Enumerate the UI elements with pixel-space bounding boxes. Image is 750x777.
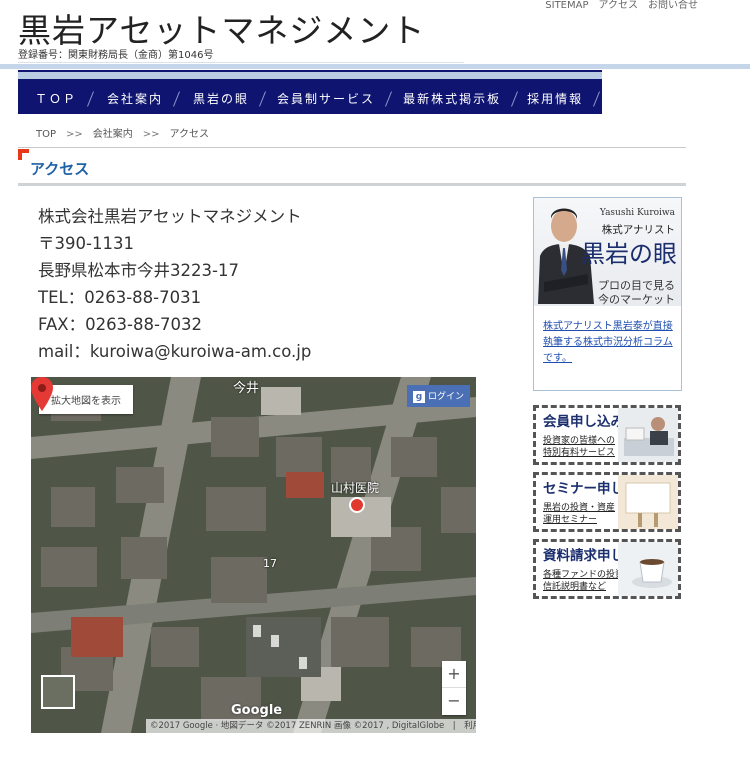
breadcrumb-separator: >> [66, 129, 83, 140]
address-location: 長野県松本市今井3223-17 [38, 261, 239, 280]
nav-item-membership[interactable]: 会員制サービス [277, 86, 393, 112]
breadcrumb-company[interactable]: 会社案内 [93, 129, 133, 140]
satellite-imagery [31, 377, 476, 733]
seminar-signup-banner[interactable]: セミナー申し込み 黒岩の投資・資産 運用セミナー [533, 472, 681, 532]
breadcrumb: TOP >> 会社案内 >> アクセス [36, 125, 209, 140]
nav-separator [511, 91, 519, 107]
meeting-photo-icon [618, 408, 678, 462]
sitemap-link[interactable]: SITEMAP [545, 0, 588, 11]
analyst-name-en: Yasushi Kuroiwa [599, 208, 675, 218]
nav-items: ＴＯＰ 会社案内 黒岩の眼 会員制サービス 最新株式掲示板 採用情報 [18, 86, 602, 112]
analyst-banner[interactable]: Yasushi Kuroiwa 株式アナリスト 黒岩の眼 プロの目で見る 今のマ… [534, 198, 681, 306]
address-block: 株式会社黒岩アセットマネジメント 〒390-1131 長野県松本市今井3223-… [38, 203, 311, 365]
embedded-map[interactable]: 今井 拡大地図を表示 g ログイン 山村医院 17 + − Google ©201… [31, 377, 476, 733]
nav-item-top[interactable]: ＴＯＰ [35, 86, 94, 112]
map-area-label: 今井 [233, 381, 260, 396]
registration-number: 登録番号：関東財務局長（金商）第1046号 [18, 50, 214, 61]
analyst-tagline-2: 今のマーケット [598, 293, 675, 306]
zoom-out-button[interactable]: − [442, 688, 466, 715]
title-divider [18, 183, 686, 186]
google-logo: Google [231, 703, 283, 718]
breadcrumb-divider [18, 147, 686, 148]
nav-separator [259, 91, 267, 107]
google-g-icon: g [412, 391, 425, 403]
address-company: 株式会社黒岩アセットマネジメント [38, 207, 302, 226]
hospital-marker-icon[interactable] [349, 497, 365, 513]
utility-links: SITEMAP アクセス お問い合せ [535, 0, 698, 11]
zoom-control: + − [442, 661, 466, 715]
poi-label[interactable]: 山村医院 [331, 479, 379, 496]
nav-item-label: 会社案内 [107, 92, 164, 106]
address-postal: 〒390-1131 [38, 234, 134, 253]
nav-stripe [18, 72, 602, 79]
company-logo-text[interactable]: 黒岩アセットマネジメント [18, 4, 425, 52]
nav-item-label: 会員制サービス [277, 92, 376, 106]
zoom-in-button[interactable]: + [442, 661, 466, 688]
map-login-button[interactable]: g ログイン [406, 385, 470, 407]
header-band [0, 64, 750, 69]
nav-item-label: 黒岩の眼 [193, 92, 250, 106]
block-number-label: 17 [263, 557, 277, 570]
address-fax: FAX：0263-88-7032 [38, 315, 202, 334]
map-attribution: ©2017 Google · 地図データ ©2017 ZENRIN 画像 ©20… [146, 719, 476, 733]
title-marker-cutout [22, 153, 29, 160]
view-larger-map-button[interactable]: 拡大地図を表示 [39, 385, 133, 414]
analyst-banner-box: Yasushi Kuroiwa 株式アナリスト 黒岩の眼 プロの目で見る 今のマ… [533, 197, 682, 391]
breadcrumb-top[interactable]: TOP [36, 129, 56, 140]
location-pin-icon[interactable] [31, 377, 53, 411]
nav-separator [87, 91, 94, 107]
nav-item-label: ＴＯＰ [35, 92, 78, 106]
page-title: アクセス [30, 160, 90, 178]
nav-item-label: 採用情報 [527, 92, 584, 106]
main-nav: ＴＯＰ 会社案内 黒岩の眼 会員制サービス 最新株式掲示板 採用情報 [18, 70, 602, 114]
promo-title: 会員申し込み [543, 414, 624, 430]
coffee-cup-icon [618, 542, 678, 596]
nav-item-company[interactable]: 会社案内 [107, 86, 180, 112]
membership-signup-banner[interactable]: 会員申し込み 投資家の皆様への 特別有料サービス [533, 405, 681, 465]
seminar-photo-icon [618, 475, 678, 529]
breadcrumb-separator: >> [142, 129, 160, 140]
access-link[interactable]: アクセス [599, 0, 639, 11]
nav-item-label: 最新株式掲示板 [403, 92, 502, 106]
document-request-banner[interactable]: 資料請求申し込み 各種ファンドの投資 信託説明書など [533, 539, 681, 599]
address-mail[interactable]: mail：kuroiwa@kuroiwa-am.co.jp [38, 338, 311, 365]
nav-separator [593, 91, 601, 107]
analyst-column-link[interactable]: 株式アナリスト黒岩泰が直接執筆する株式市況分析コラムです。 [543, 319, 677, 367]
nav-separator [173, 91, 180, 107]
header-divider [18, 62, 464, 63]
analyst-brand: 黒岩の眼 [581, 240, 677, 268]
address-tel: TEL：0263-88-7031 [38, 288, 202, 307]
nav-item-kuroiwa-eye[interactable]: 黒岩の眼 [193, 86, 267, 112]
login-label: ログイン [427, 392, 464, 402]
nav-item-recruit[interactable]: 採用情報 [527, 86, 601, 112]
map-layer-toggle[interactable] [41, 675, 75, 709]
promo-line-2: 信託説明書など [543, 582, 607, 592]
promo-line-2: 運用セミナー [543, 515, 598, 525]
promo-line-2: 特別有料サービス [543, 448, 616, 458]
breadcrumb-current: アクセス [169, 129, 210, 140]
nav-item-bbs[interactable]: 最新株式掲示板 [403, 86, 519, 112]
nav-separator [385, 91, 393, 107]
contact-link[interactable]: お問い合せ [648, 0, 698, 11]
